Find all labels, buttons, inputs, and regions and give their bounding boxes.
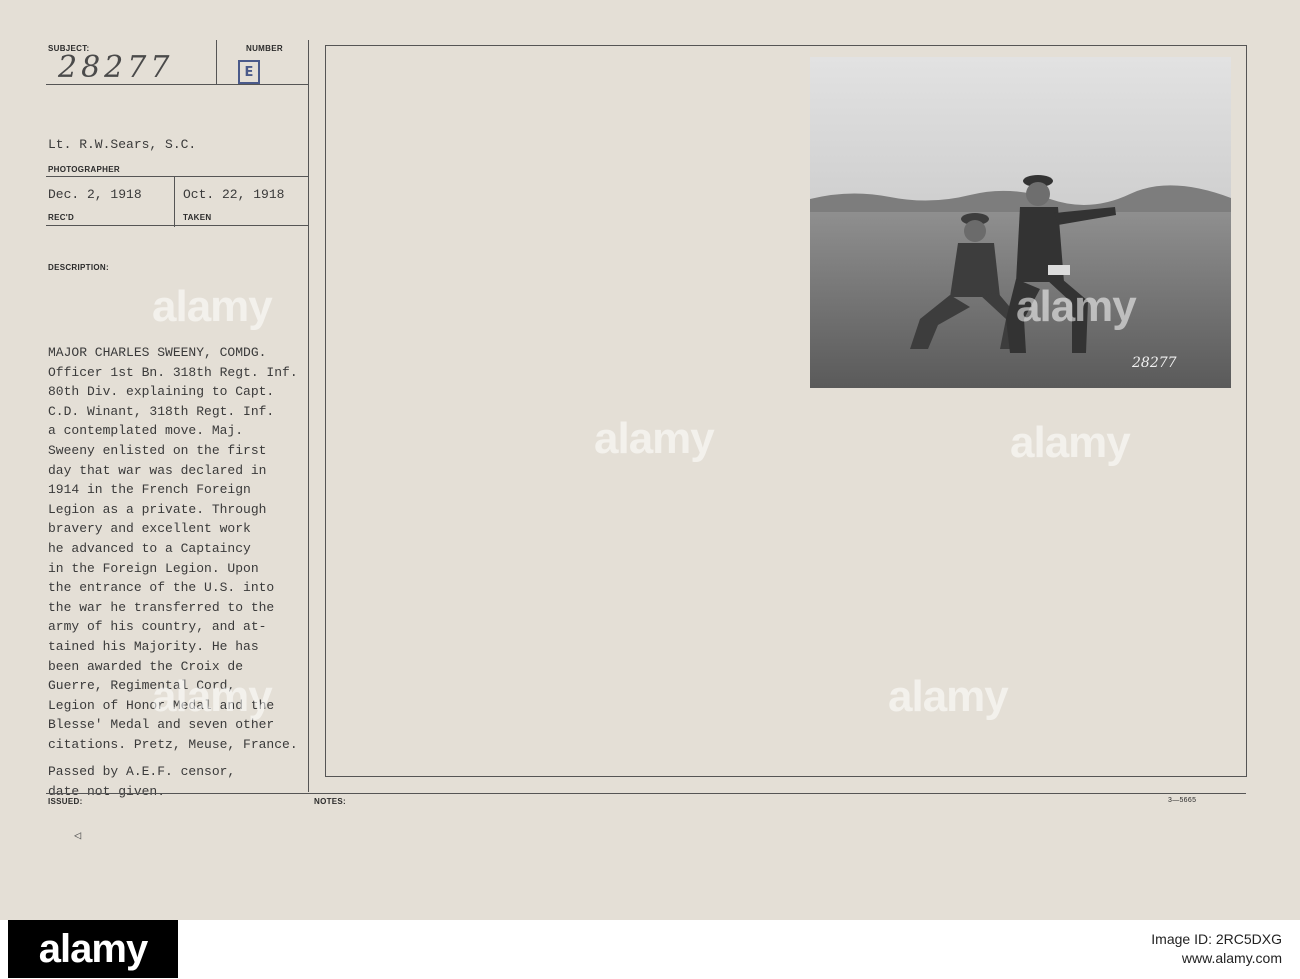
description-line: day that war was declared in	[48, 462, 267, 478]
watermark: alamy	[1010, 418, 1131, 467]
photographer-rule	[46, 176, 308, 177]
watermark: alamy	[1016, 282, 1137, 331]
issued-label: ISSUED:	[48, 797, 83, 806]
description-text: MAJOR CHARLES SWEENY, COMDG. Officer 1st…	[48, 343, 358, 802]
column-divider	[308, 40, 309, 792]
watermark: alamy	[594, 414, 715, 463]
description-line: tained his Majority. He has	[48, 638, 259, 654]
arrow-mark-icon: ◁	[74, 828, 82, 842]
alamy-logo-text: alamy	[38, 926, 148, 971]
description-line: 80th Div. explaining to Capt.	[48, 384, 275, 400]
watermark: alamy	[888, 672, 1009, 721]
photographer-value: Lt. R.W.Sears, S.C.	[48, 137, 197, 152]
footer-url[interactable]: www.alamy.com	[1151, 949, 1282, 968]
description-line: bravery and excellent work	[48, 521, 251, 537]
taken-label: TAKEN	[183, 213, 212, 222]
description-line: Officer 1st Bn. 318th Regt. Inf.	[48, 364, 298, 380]
description-line: citations. Pretz, Meuse, France.	[48, 736, 298, 752]
recd-label: REC'D	[48, 213, 75, 222]
description-line: the war he transferred to the	[48, 599, 275, 615]
bottom-rule	[46, 793, 1246, 794]
alamy-logo: alamy	[8, 920, 178, 978]
description-line: army of his country, and at-	[48, 619, 267, 635]
description-line: the entrance of the U.S. into	[48, 580, 275, 596]
record-card: SUBJECT: 28277 NUMBER E Lt. R.W.Sears, S…	[0, 0, 1300, 920]
taken-date: Oct. 22, 1918	[183, 187, 285, 202]
censor-line: Passed by A.E.F. censor,	[48, 764, 236, 780]
description-line: MAJOR CHARLES SWEENY, COMDG.	[48, 345, 267, 360]
description-line: Legion as a private. Through	[48, 501, 267, 517]
image-id: Image ID: 2RC5DXG	[1151, 931, 1282, 947]
description-label: DESCRIPTION:	[48, 263, 109, 272]
form-number: 3—5665	[1168, 797, 1197, 804]
watermark: alamy	[152, 672, 273, 721]
watermark: alamy	[152, 282, 273, 331]
number-label: NUMBER	[246, 44, 283, 53]
photograph: 28277	[810, 57, 1231, 388]
photograph-image	[810, 57, 1231, 388]
description-line: he advanced to a Captaincy	[48, 540, 251, 556]
number-stamp: E	[238, 60, 260, 84]
photo-negative-number: 28277	[1132, 355, 1177, 371]
photographer-label: PHOTOGRAPHER	[48, 165, 120, 174]
notes-label: NOTES:	[314, 797, 347, 806]
description-line: a contemplated move. Maj.	[48, 423, 244, 439]
description-line: 1914 in the French Foreign	[48, 482, 251, 498]
header-rule	[46, 84, 308, 85]
date-divider	[174, 177, 175, 227]
footer-bar: alamy Image ID: 2RC5DXG www.alamy.com	[0, 920, 1300, 979]
description-line: in the Foreign Legion. Upon	[48, 560, 259, 576]
recd-date: Dec. 2, 1918	[48, 187, 142, 202]
description-line: C.D. Winant, 318th Regt. Inf.	[48, 403, 275, 419]
date-rule	[46, 225, 308, 226]
subject-number: 28277	[58, 50, 174, 85]
censor-line: date not given.	[48, 784, 166, 800]
footer-info: Image ID: 2RC5DXG www.alamy.com	[1151, 930, 1282, 968]
description-line: Sweeny enlisted on the first	[48, 442, 267, 458]
subject-divider	[216, 40, 217, 84]
